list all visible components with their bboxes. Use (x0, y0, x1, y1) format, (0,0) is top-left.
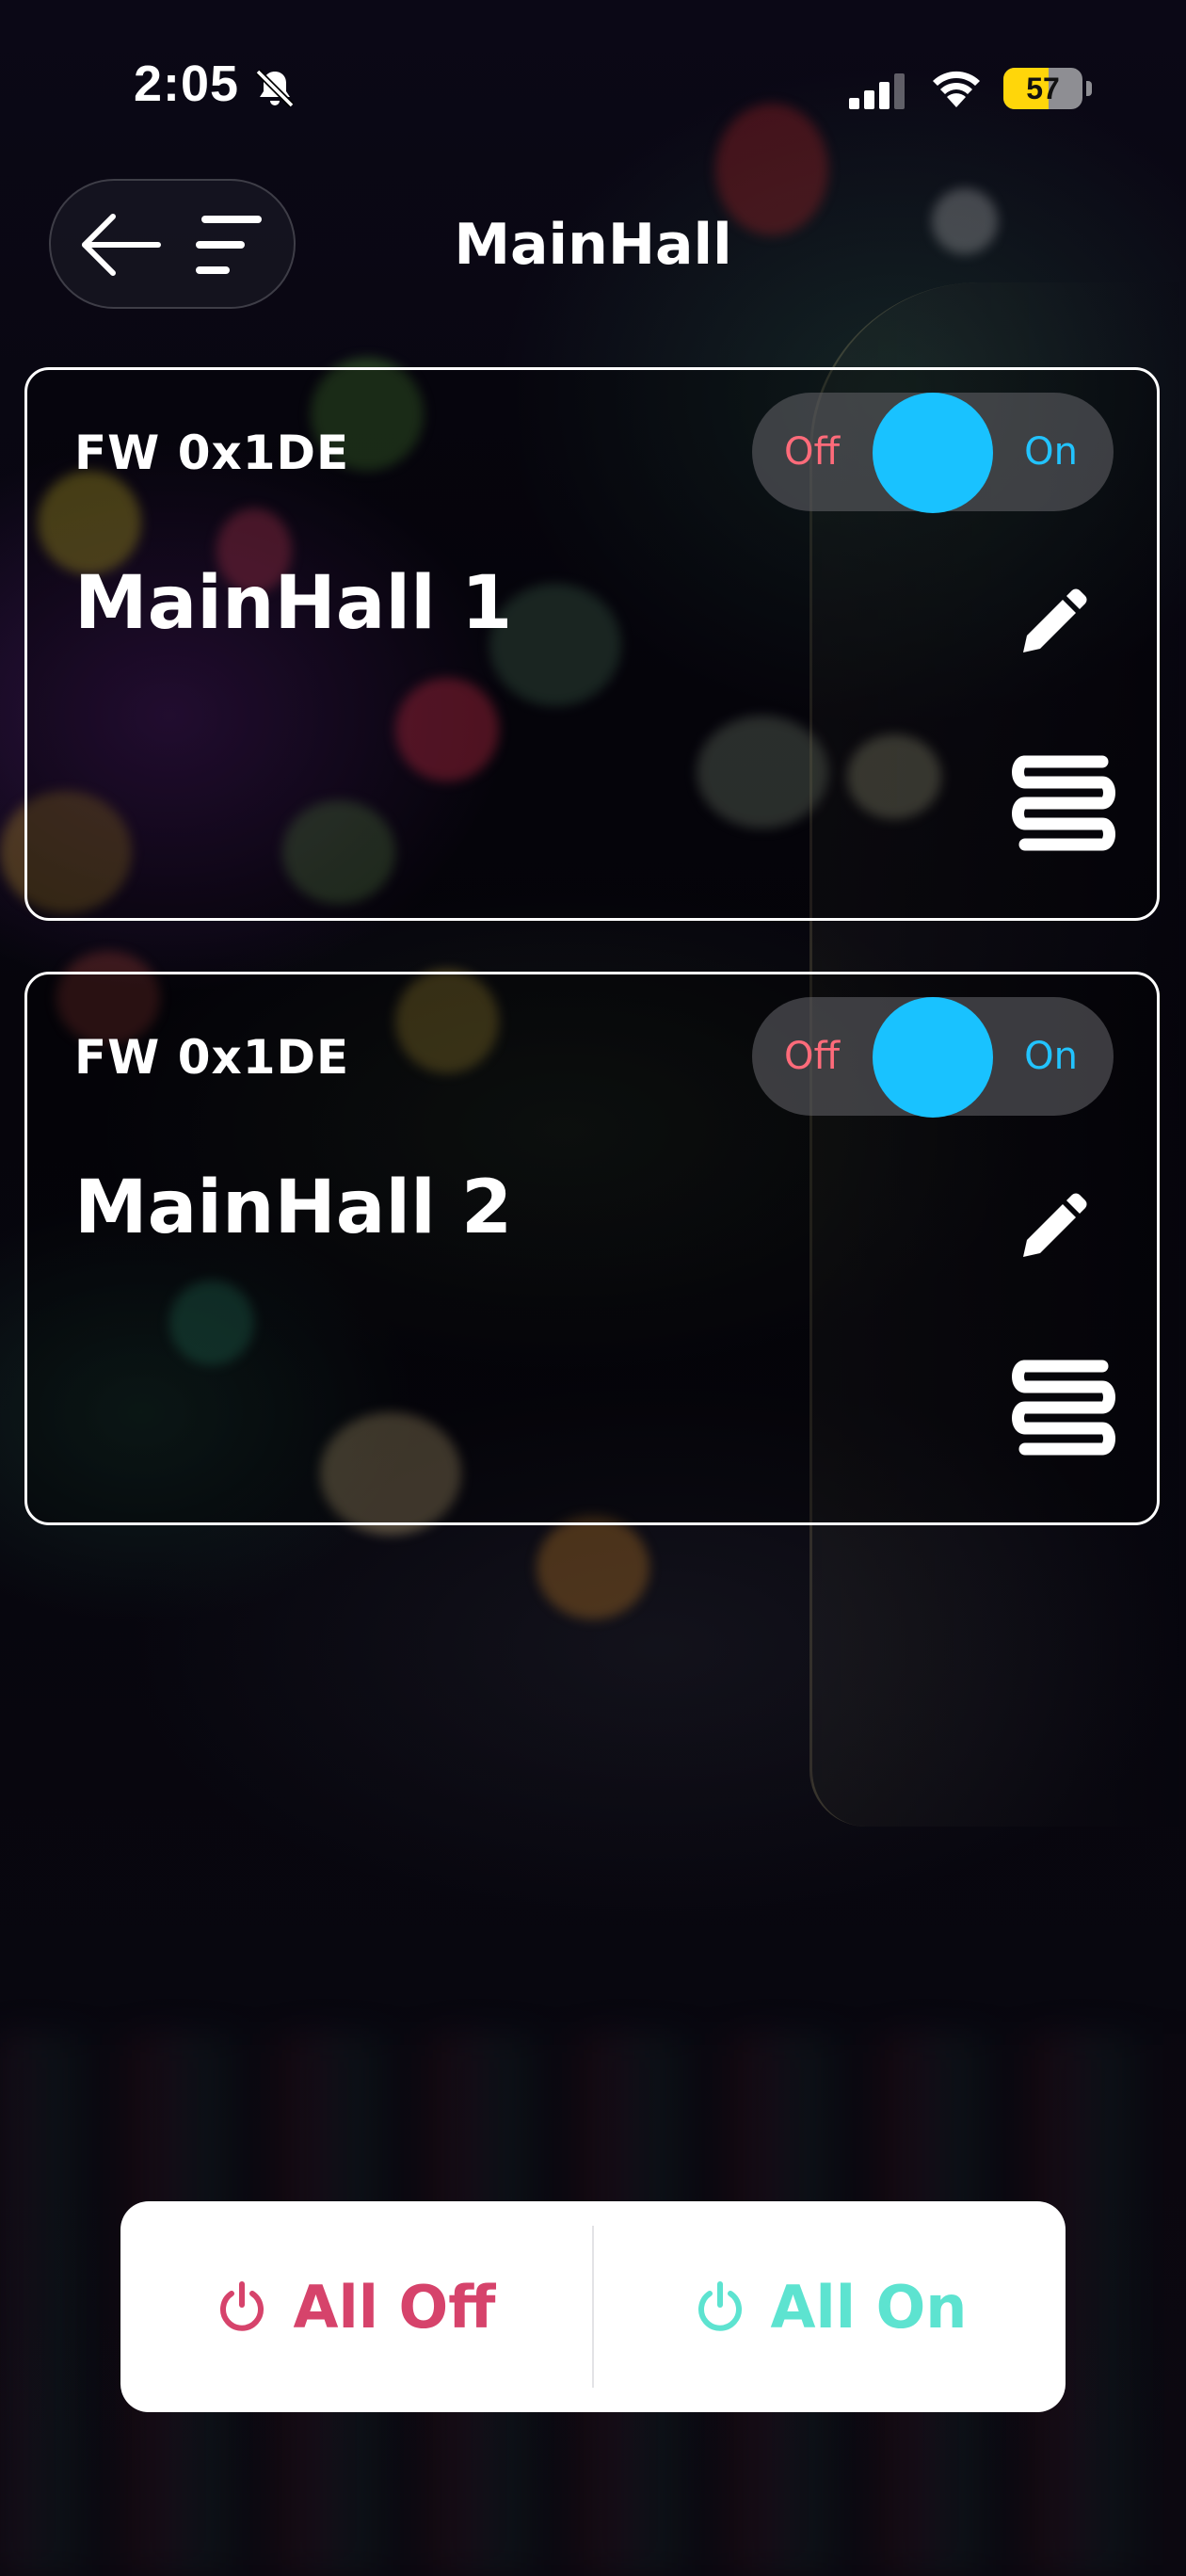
device-name: MainHall 2 (74, 1166, 513, 1250)
sort-menu-button[interactable] (177, 200, 280, 290)
toggle-off-label: Off (784, 1035, 841, 1078)
toggle-on-label: On (1024, 430, 1078, 474)
all-off-button[interactable]: All Off (120, 2201, 591, 2412)
device-card[interactable]: FW 0x1DE MainHall 2 Off On (24, 972, 1160, 1525)
firmware-label: FW 0x1DE (74, 426, 350, 480)
power-icon (220, 2281, 264, 2331)
status-bar: 2:05 57 (0, 0, 1186, 179)
power-toggle[interactable]: Off On (752, 393, 1114, 513)
coil-icon (1012, 1360, 1115, 1456)
toggle-knob[interactable] (873, 393, 993, 513)
coil-icon (1012, 755, 1115, 851)
device-card[interactable]: FW 0x1DE MainHall 1 Off On (24, 367, 1160, 921)
toggle-off-label: Off (784, 430, 841, 474)
arrow-left-icon (82, 214, 161, 276)
bell-slash-icon (255, 69, 295, 108)
all-on-button[interactable]: All On (595, 2201, 1066, 2412)
battery-percent: 57 (1026, 72, 1060, 105)
pencil-icon[interactable] (1016, 1189, 1091, 1264)
power-toggle[interactable]: Off On (752, 997, 1114, 1118)
status-time: 2:05 (134, 56, 240, 112)
page-title: MainHall (454, 212, 732, 278)
cellular-signal-icon (849, 73, 905, 109)
nav-pill (49, 179, 296, 309)
all-off-label: All Off (293, 2272, 496, 2342)
power-icon (697, 2281, 742, 2331)
battery-icon: 57 (1003, 68, 1082, 109)
wifi-icon (933, 71, 980, 107)
toggle-on-label: On (1024, 1035, 1078, 1078)
divider (592, 2226, 594, 2388)
pencil-icon[interactable] (1016, 585, 1091, 660)
sort-menu-icon (196, 216, 262, 274)
bulk-power-bar: All Off All On (120, 2201, 1066, 2412)
battery-tip (1086, 81, 1092, 96)
all-on-label: All On (770, 2272, 968, 2342)
firmware-label: FW 0x1DE (74, 1030, 350, 1085)
back-button[interactable] (64, 200, 177, 290)
device-name: MainHall 1 (74, 561, 513, 646)
toggle-knob[interactable] (873, 997, 993, 1118)
